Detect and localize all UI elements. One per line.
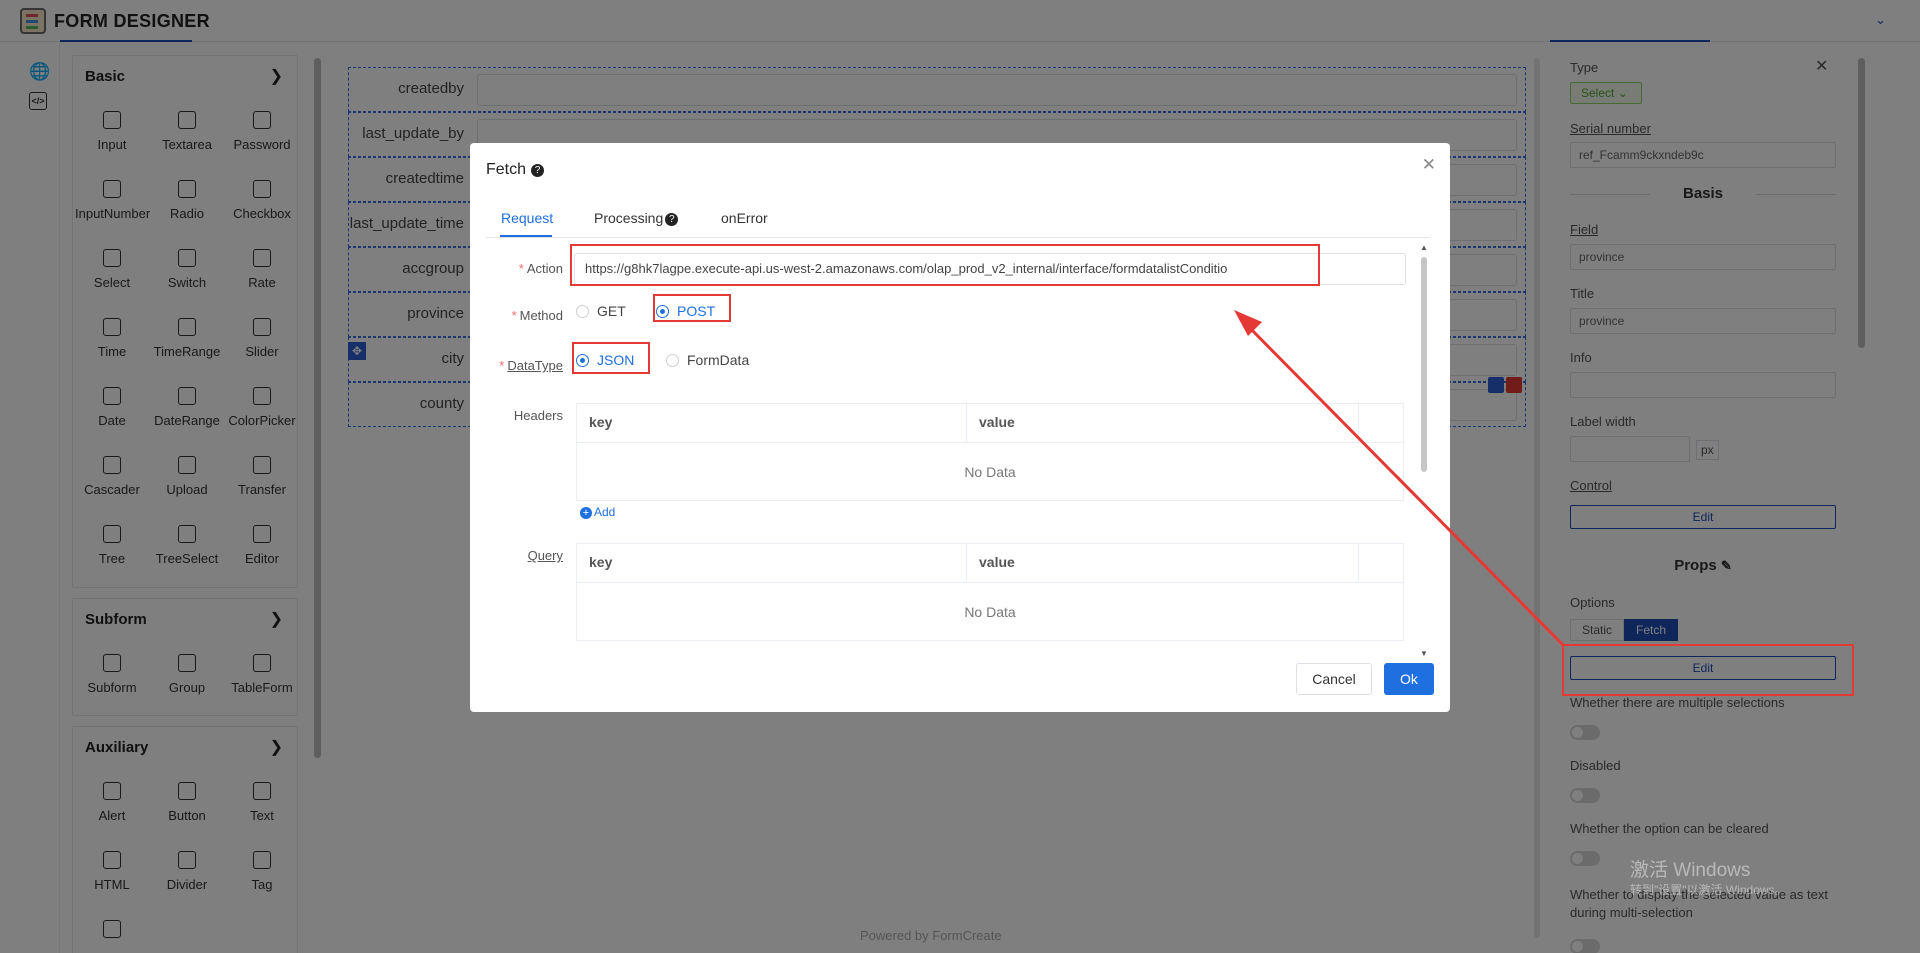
windows-watermark: 激活 Windows xyxy=(1630,860,1751,881)
windows-watermark-sub: 转到"设置"以激活 Windows。 xyxy=(1630,883,1787,897)
arrow-line xyxy=(1238,316,1565,647)
annotation-arrow xyxy=(1234,310,1565,647)
arrow-head xyxy=(1234,310,1262,336)
